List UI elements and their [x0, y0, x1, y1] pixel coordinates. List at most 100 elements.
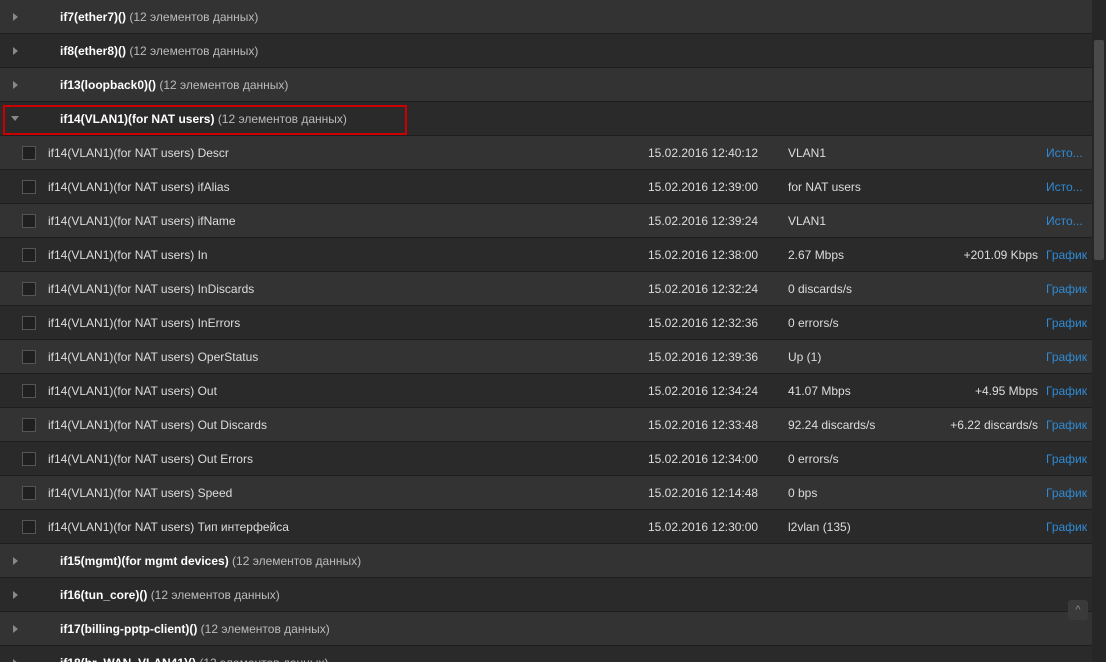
item-name[interactable]: if14(VLAN1)(for NAT users) InDiscards	[38, 282, 648, 296]
item-name[interactable]: if14(VLAN1)(for NAT users) OperStatus	[38, 350, 648, 364]
item-checkbox[interactable]	[22, 384, 36, 398]
item-timestamp: 15.02.2016 12:30:00	[648, 520, 788, 534]
item-name[interactable]: if14(VLAN1)(for NAT users) InErrors	[38, 316, 648, 330]
item-name[interactable]: if14(VLAN1)(for NAT users) ifAlias	[38, 180, 648, 194]
data-list: if7(ether7)() (12 элементов данных) if8(e…	[0, 0, 1106, 662]
item-timestamp: 15.02.2016 12:32:24	[648, 282, 788, 296]
group-row[interactable]: if7(ether7)() (12 элементов данных)	[0, 0, 1106, 34]
item-timestamp: 15.02.2016 12:39:24	[648, 214, 788, 228]
chevron-right-icon[interactable]	[13, 13, 18, 21]
chevron-down-icon[interactable]	[11, 116, 19, 121]
item-checkbox[interactable]	[22, 452, 36, 466]
item-row: if14(VLAN1)(for NAT users) Тип интерфейс…	[0, 510, 1106, 544]
item-timestamp: 15.02.2016 12:39:00	[648, 180, 788, 194]
item-row: if14(VLAN1)(for NAT users) InErrors15.02…	[0, 306, 1106, 340]
item-value: 0 discards/s	[788, 282, 928, 296]
item-name[interactable]: if14(VLAN1)(for NAT users) In	[38, 248, 648, 262]
item-action-link[interactable]: Исто...	[1046, 214, 1083, 228]
item-row: if14(VLAN1)(for NAT users) OperStatus15.…	[0, 340, 1106, 374]
item-value: 0 bps	[788, 486, 928, 500]
item-action-link[interactable]: График	[1046, 452, 1087, 466]
item-checkbox[interactable]	[22, 248, 36, 262]
item-timestamp: 15.02.2016 12:34:24	[648, 384, 788, 398]
item-row: if14(VLAN1)(for NAT users) Out Errors15.…	[0, 442, 1106, 476]
chevron-right-icon[interactable]	[13, 81, 18, 89]
item-name[interactable]: if14(VLAN1)(for NAT users) ifName	[38, 214, 648, 228]
item-value: VLAN1	[788, 214, 928, 228]
item-delta: +201.09 Kbps	[928, 248, 1046, 262]
group-row[interactable]: if14(VLAN1)(for NAT users) (12 элементов…	[0, 102, 1106, 136]
item-timestamp: 15.02.2016 12:38:00	[648, 248, 788, 262]
item-row: if14(VLAN1)(for NAT users) Descr15.02.20…	[0, 136, 1106, 170]
item-checkbox[interactable]	[22, 486, 36, 500]
item-name[interactable]: if14(VLAN1)(for NAT users) Speed	[38, 486, 648, 500]
item-value: l2vlan (135)	[788, 520, 928, 534]
group-row[interactable]: if8(ether8)() (12 элементов данных)	[0, 34, 1106, 68]
group-name: if8(ether8)() (12 элементов данных)	[60, 44, 660, 58]
item-checkbox[interactable]	[22, 350, 36, 364]
item-action-link[interactable]: Исто...	[1046, 180, 1083, 194]
group-row[interactable]: if18(br_WAN_VLAN41)() (12 элементов данн…	[0, 646, 1106, 662]
item-timestamp: 15.02.2016 12:32:36	[648, 316, 788, 330]
item-name[interactable]: if14(VLAN1)(for NAT users) Out Errors	[38, 452, 648, 466]
item-value: 2.67 Mbps	[788, 248, 928, 262]
item-name[interactable]: if14(VLAN1)(for NAT users) Out Discards	[38, 418, 648, 432]
item-action-link[interactable]: График	[1046, 316, 1087, 330]
item-checkbox[interactable]	[22, 214, 36, 228]
item-action-link[interactable]: График	[1046, 350, 1087, 364]
item-action-link[interactable]: График	[1046, 486, 1087, 500]
item-value: 0 errors/s	[788, 452, 928, 466]
item-value: for NAT users	[788, 180, 928, 194]
item-name[interactable]: if14(VLAN1)(for NAT users) Тип интерфейс…	[38, 520, 648, 534]
item-row: if14(VLAN1)(for NAT users) ifAlias15.02.…	[0, 170, 1106, 204]
item-timestamp: 15.02.2016 12:34:00	[648, 452, 788, 466]
chevron-right-icon[interactable]	[13, 591, 18, 599]
group-name: if15(mgmt)(for mgmt devices) (12 элемент…	[60, 554, 660, 568]
item-value: Up (1)	[788, 350, 928, 364]
item-action-link[interactable]: График	[1046, 418, 1087, 432]
back-to-top-button[interactable]: ^	[1068, 600, 1088, 620]
item-row: if14(VLAN1)(for NAT users) Speed15.02.20…	[0, 476, 1106, 510]
group-name: if16(tun_core)() (12 элементов данных)	[60, 588, 660, 602]
chevron-right-icon[interactable]	[13, 557, 18, 565]
group-row[interactable]: if15(mgmt)(for mgmt devices) (12 элемент…	[0, 544, 1106, 578]
group-name: if14(VLAN1)(for NAT users) (12 элементов…	[60, 112, 660, 126]
item-checkbox[interactable]	[22, 316, 36, 330]
item-delta: +4.95 Mbps	[928, 384, 1046, 398]
group-name: if17(billing-pptp-client)() (12 элементо…	[60, 622, 660, 636]
item-value: 41.07 Mbps	[788, 384, 928, 398]
item-row: if14(VLAN1)(for NAT users) Out Discards1…	[0, 408, 1106, 442]
item-value: VLAN1	[788, 146, 928, 160]
vertical-scrollbar[interactable]	[1092, 0, 1106, 662]
item-checkbox[interactable]	[22, 418, 36, 432]
item-name[interactable]: if14(VLAN1)(for NAT users) Out	[38, 384, 648, 398]
item-name[interactable]: if14(VLAN1)(for NAT users) Descr	[38, 146, 648, 160]
item-row: if14(VLAN1)(for NAT users) ifName15.02.2…	[0, 204, 1106, 238]
item-action-link[interactable]: График	[1046, 282, 1087, 296]
item-action-link[interactable]: График	[1046, 520, 1087, 534]
item-value: 92.24 discards/s	[788, 418, 928, 432]
chevron-right-icon[interactable]	[13, 625, 18, 633]
item-action-link[interactable]: Исто...	[1046, 146, 1083, 160]
item-timestamp: 15.02.2016 12:33:48	[648, 418, 788, 432]
group-name: if13(loopback0)() (12 элементов данных)	[60, 78, 660, 92]
scrollbar-thumb[interactable]	[1094, 40, 1104, 260]
item-row: if14(VLAN1)(for NAT users) In15.02.2016 …	[0, 238, 1106, 272]
item-value: 0 errors/s	[788, 316, 928, 330]
item-checkbox[interactable]	[22, 520, 36, 534]
item-checkbox[interactable]	[22, 180, 36, 194]
item-row: if14(VLAN1)(for NAT users) InDiscards15.…	[0, 272, 1106, 306]
group-row[interactable]: if13(loopback0)() (12 элементов данных)	[0, 68, 1106, 102]
item-checkbox[interactable]	[22, 146, 36, 160]
item-checkbox[interactable]	[22, 282, 36, 296]
item-timestamp: 15.02.2016 12:40:12	[648, 146, 788, 160]
chevron-right-icon[interactable]	[13, 47, 18, 55]
group-name: if18(br_WAN_VLAN41)() (12 элементов данн…	[60, 656, 660, 662]
group-row[interactable]: if16(tun_core)() (12 элементов данных)	[0, 578, 1106, 612]
item-timestamp: 15.02.2016 12:14:48	[648, 486, 788, 500]
item-action-link[interactable]: График	[1046, 248, 1087, 262]
chevron-right-icon[interactable]	[13, 659, 18, 662]
group-row[interactable]: if17(billing-pptp-client)() (12 элементо…	[0, 612, 1106, 646]
item-delta: +6.22 discards/s	[928, 418, 1046, 432]
item-action-link[interactable]: График	[1046, 384, 1087, 398]
